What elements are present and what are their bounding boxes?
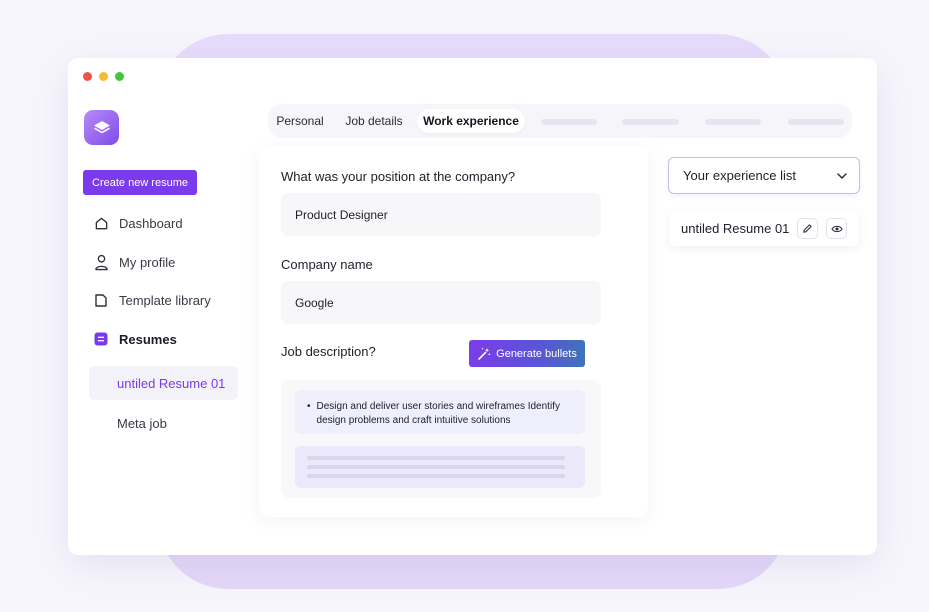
maximize-window-button[interactable] [115, 72, 124, 81]
resume-item-meta-job[interactable]: Meta job [89, 406, 238, 440]
experience-list-label: Your experience list [683, 168, 796, 183]
resumes-icon [92, 330, 110, 348]
sidebar-item-template-library[interactable]: Template library [92, 290, 211, 310]
sidebar-item-label: My profile [119, 254, 176, 270]
sidebar-item-label: Dashboard [119, 215, 183, 231]
layers-icon [93, 120, 110, 133]
tab-job-details[interactable]: Job details [340, 109, 408, 133]
close-window-button[interactable] [83, 72, 92, 81]
pencil-icon [803, 224, 812, 233]
create-new-resume-button[interactable]: Create new resume [83, 170, 197, 195]
tab-work-experience[interactable]: Work experience [417, 109, 525, 133]
home-icon [92, 214, 110, 232]
job-description-editor[interactable]: • Design and deliver user stories and wi… [281, 380, 601, 498]
chevron-down-icon [837, 172, 847, 179]
tab-personal[interactable]: Personal [272, 109, 328, 133]
sidebar-item-my-profile[interactable]: My profile [92, 252, 175, 272]
tab-placeholder [622, 119, 679, 125]
company-name-label: Company name [281, 257, 373, 272]
eye-icon [830, 225, 843, 232]
sidebar-item-dashboard[interactable]: Dashboard [92, 213, 183, 233]
work-experience-form: What was your position at the company? C… [259, 146, 648, 517]
company-name-input[interactable] [281, 281, 601, 324]
placeholder-line [307, 474, 565, 478]
app-window: Create new resume Dashboard My profile T… [68, 58, 877, 555]
tab-placeholder [541, 119, 597, 125]
bullet-text: Design and deliver user stories and wire… [316, 401, 560, 426]
edit-button[interactable] [797, 218, 818, 239]
job-description-label: Job description? [281, 344, 376, 359]
user-icon [92, 253, 110, 271]
step-tabs: Personal Job details Work experience [268, 104, 852, 138]
experience-list-item[interactable]: untiled Resume 01 [669, 211, 859, 246]
generate-bullets-label: Generate bullets [496, 347, 577, 360]
position-label: What was your position at the company? [281, 169, 516, 184]
bullet-placeholder [295, 446, 585, 488]
position-input[interactable] [281, 193, 601, 236]
minimize-window-button[interactable] [99, 72, 108, 81]
experience-list-dropdown[interactable]: Your experience list [668, 157, 860, 194]
placeholder-line [307, 456, 565, 460]
generate-bullets-button[interactable]: Generate bullets [469, 340, 585, 367]
document-icon [92, 291, 110, 309]
title-bar [68, 58, 877, 94]
sidebar-item-label: Template library [119, 292, 211, 308]
magic-wand-icon [478, 347, 491, 360]
placeholder-line [307, 465, 565, 469]
bullet-point[interactable]: • Design and deliver user stories and wi… [295, 390, 585, 434]
experience-item-label: untiled Resume 01 [681, 221, 790, 236]
tab-placeholder [705, 119, 761, 125]
preview-button[interactable] [826, 218, 847, 239]
resume-item-untiled-resume-01[interactable]: untiled Resume 01 [89, 366, 238, 400]
sidebar-item-resumes[interactable]: Resumes [92, 329, 177, 349]
bullet-dot-icon: • [307, 401, 311, 412]
app-logo [84, 110, 119, 145]
tab-placeholder [788, 119, 844, 125]
sidebar-item-label: Resumes [119, 331, 177, 347]
